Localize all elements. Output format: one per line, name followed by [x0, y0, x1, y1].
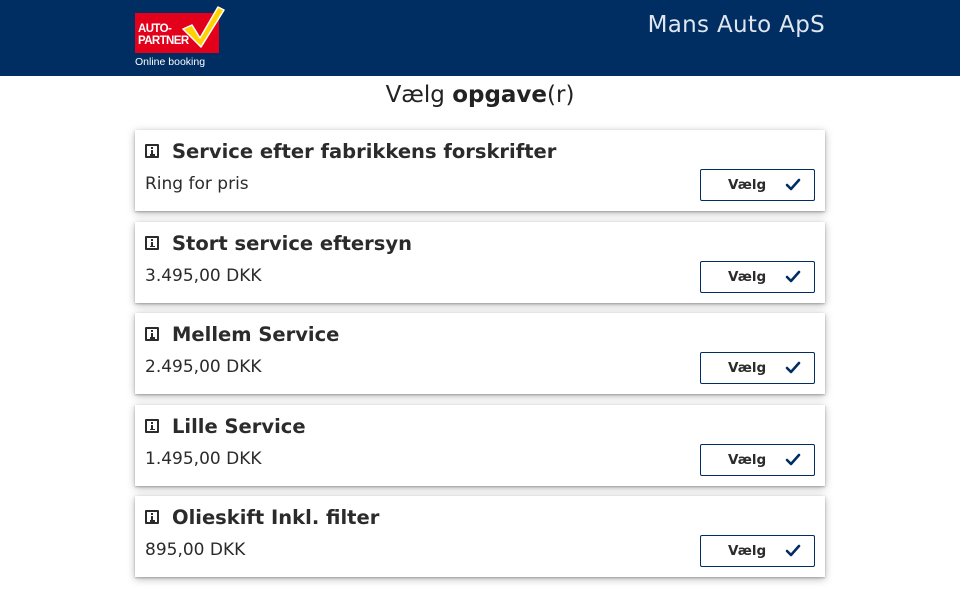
select-task-button[interactable]: Vælg: [700, 169, 815, 201]
task-title: Stort service eftersyn: [172, 231, 412, 255]
select-button-label: Vælg: [728, 177, 767, 193]
logo-text-line1: AUTO-: [138, 23, 172, 35]
info-icon[interactable]: [145, 327, 159, 341]
logo-subtitle: Online booking: [135, 56, 206, 68]
task-price: 2.495,00 DKK: [145, 357, 262, 377]
page-title-suffix: (r): [547, 82, 575, 108]
task-card: Lille Service 1.495,00 DKK Vælg: [135, 404, 825, 486]
check-icon: [785, 544, 801, 557]
logo-checkmark-icon: [182, 6, 225, 48]
page-title: Vælg opgave(r): [0, 82, 960, 108]
select-task-button[interactable]: Vælg: [700, 443, 815, 476]
select-task-button[interactable]: Vælg: [700, 535, 815, 567]
task-title: Lille Service: [172, 414, 306, 438]
top-header: AUTO- PARTNER Online booking Mans Auto A…: [0, 0, 960, 76]
info-icon[interactable]: [145, 144, 159, 158]
task-card: Olieskift Inkl. filter 895,00 DKK Vælg: [135, 496, 825, 577]
select-task-button[interactable]: Vælg: [700, 260, 815, 293]
check-icon: [785, 178, 801, 191]
info-icon[interactable]: [145, 235, 159, 250]
page-title-prefix: Vælg: [385, 82, 453, 108]
autopartner-logo[interactable]: AUTO- PARTNER Online booking: [135, 6, 225, 71]
select-button-label: Vælg: [728, 360, 767, 376]
select-button-label: Vælg: [728, 268, 767, 285]
select-task-button[interactable]: Vælg: [700, 352, 815, 384]
task-list: Service efter fabrikkens forskrifter Rin…: [135, 130, 825, 588]
page-title-bold: opgave: [452, 82, 548, 108]
select-button-label: Vælg: [728, 543, 767, 559]
task-card: Stort service eftersyn 3.495,00 DKK Vælg: [135, 221, 825, 303]
task-price: 895,00 DKK: [145, 540, 246, 560]
info-icon[interactable]: [145, 418, 159, 433]
task-price: 3.495,00 DKK: [145, 265, 262, 286]
task-card: Mellem Service 2.495,00 DKK Vælg: [135, 313, 825, 394]
check-icon: [785, 453, 801, 465]
task-title: Mellem Service: [172, 323, 340, 346]
task-price: Ring for pris: [145, 174, 249, 194]
info-icon[interactable]: [145, 510, 159, 524]
shop-name: Mans Auto ApS: [647, 12, 825, 38]
task-title: Service efter fabrikkens forskrifter: [172, 140, 557, 163]
task-card: Service efter fabrikkens forskrifter Rin…: [135, 130, 825, 211]
check-icon: [785, 270, 801, 282]
task-price: 1.495,00 DKK: [145, 448, 262, 469]
check-icon: [785, 361, 801, 374]
task-title: Olieskift Inkl. filter: [172, 506, 380, 529]
select-button-label: Vælg: [728, 451, 767, 468]
